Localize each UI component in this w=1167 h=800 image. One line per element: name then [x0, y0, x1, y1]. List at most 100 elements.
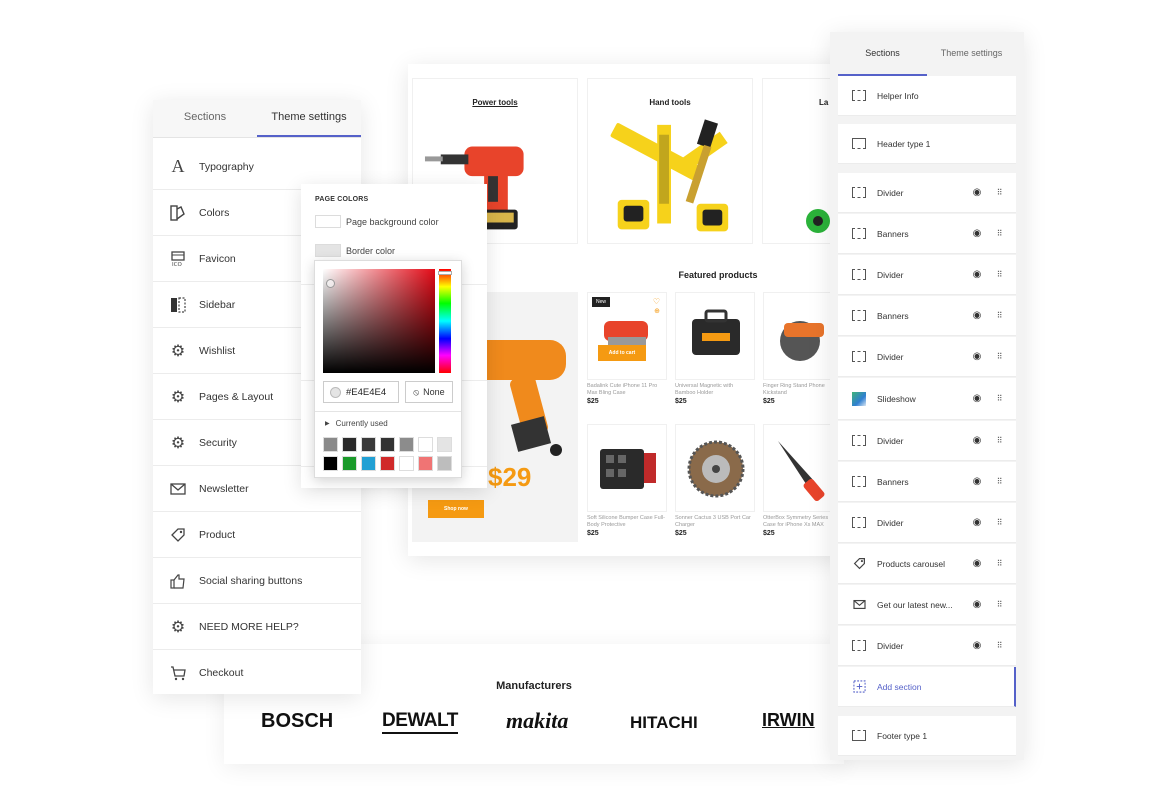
section-row-banners[interactable]: Banners ◉ ⠿ — [838, 462, 1016, 502]
color-swatch[interactable] — [361, 456, 376, 471]
section-row-divider[interactable]: Divider ◉ ⠿ — [838, 421, 1016, 461]
drag-handle-icon[interactable]: ⠿ — [994, 641, 1004, 650]
color-swatch[interactable] — [418, 456, 433, 471]
product-card[interactable]: Sonner Cactus 3 USB Port Car Charger $25 — [675, 424, 755, 537]
add-section-button[interactable]: Add section — [838, 667, 1016, 707]
drag-handle-icon[interactable]: ⠿ — [994, 394, 1004, 403]
brand-logo-bosch[interactable]: BOSCH — [261, 710, 333, 733]
eye-icon[interactable]: ◉ — [970, 351, 984, 362]
saturation-handle[interactable] — [326, 279, 335, 288]
product-card[interactable]: Universal Magnetic with Bamboo Holder $2… — [675, 292, 755, 405]
page-background-color-row[interactable]: Page background color — [315, 215, 439, 228]
section-row-helper-info[interactable]: Helper Info — [838, 76, 1016, 116]
color-swatch[interactable] — [315, 244, 341, 257]
section-row-footer[interactable]: Footer type 1 — [838, 716, 1016, 756]
drag-handle-icon[interactable]: ⠿ — [994, 311, 1004, 320]
tab-theme-settings[interactable]: Theme settings — [257, 100, 361, 137]
hue-handle[interactable] — [438, 271, 452, 275]
product-card[interactable]: New ♡ ⊕ Add to cart Badalink Cute iPhone… — [587, 292, 667, 405]
color-swatch[interactable] — [380, 437, 395, 452]
color-swatch[interactable] — [323, 456, 338, 471]
product-name[interactable]: Badalink Cute iPhone 11 Pro Max Bling Ca… — [587, 383, 667, 397]
drag-handle-icon[interactable]: ⠿ — [994, 477, 1004, 486]
color-swatch[interactable] — [380, 456, 395, 471]
shop-now-button[interactable]: Shop now — [428, 500, 484, 518]
heart-icon[interactable]: ♡ — [653, 297, 660, 306]
eye-icon[interactable]: ◉ — [970, 517, 984, 528]
drag-handle-icon[interactable]: ⠿ — [994, 559, 1004, 568]
product-image[interactable] — [587, 424, 667, 512]
color-swatch[interactable] — [437, 437, 452, 452]
color-swatch[interactable] — [361, 437, 376, 452]
color-swatch[interactable] — [399, 456, 414, 471]
product-name[interactable]: Soft Silicone Bumper Case Full-Body Prot… — [587, 515, 667, 529]
eye-icon[interactable]: ◉ — [970, 435, 984, 446]
product-name[interactable]: Sonner Cactus 3 USB Port Car Charger — [675, 515, 755, 529]
color-swatch[interactable] — [323, 437, 338, 452]
eye-icon[interactable]: ◉ — [970, 476, 984, 487]
saturation-area[interactable] — [323, 269, 435, 373]
currently-used-toggle[interactable]: ▶ Currently used — [325, 419, 388, 428]
drag-handle-icon[interactable]: ⠿ — [994, 270, 1004, 279]
menu-item-checkout[interactable]: Checkout — [153, 650, 361, 696]
product-name[interactable]: Finger Ring Stand Phone Kickstand — [763, 383, 831, 397]
section-row-newsletter[interactable]: Get our latest new... ◉ ⠿ — [838, 585, 1016, 625]
category-title[interactable]: Hand tools — [588, 98, 752, 107]
product-image[interactable] — [763, 292, 831, 380]
eye-icon[interactable]: ◉ — [970, 187, 984, 198]
section-row-banners[interactable]: Banners ◉ ⠿ — [838, 214, 1016, 254]
color-swatch[interactable] — [315, 215, 341, 228]
drag-handle-icon[interactable]: ⠿ — [994, 352, 1004, 361]
product-image[interactable] — [763, 424, 831, 512]
product-name[interactable]: OtterBox Symmetry Series Case for iPhone… — [763, 515, 831, 529]
border-color-row[interactable]: Border color — [315, 244, 395, 257]
color-swatch[interactable] — [437, 456, 452, 471]
color-swatch[interactable] — [418, 437, 433, 452]
section-row-divider[interactable]: Divider ◉ ⠿ — [838, 173, 1016, 213]
eye-icon[interactable]: ◉ — [970, 228, 984, 239]
eye-icon[interactable]: ◉ — [970, 310, 984, 321]
tab-sections[interactable]: Sections — [153, 100, 257, 137]
menu-item-social-sharing[interactable]: Social sharing buttons — [153, 558, 361, 604]
tab-sections[interactable]: Sections — [838, 40, 927, 76]
category-title[interactable]: Power tools — [413, 98, 577, 107]
section-row-products-carousel[interactable]: Products carousel ◉ ⠿ — [838, 544, 1016, 584]
eye-icon[interactable]: ◉ — [970, 640, 984, 651]
hue-slider[interactable] — [438, 269, 452, 373]
zoom-icon[interactable]: ⊕ — [654, 307, 660, 315]
hex-input[interactable]: #E4E4E4 — [323, 381, 399, 403]
color-swatch[interactable] — [342, 437, 357, 452]
brand-logo-dewalt[interactable]: DEWALT — [382, 710, 458, 734]
section-row-banners[interactable]: Banners ◉ ⠿ — [838, 296, 1016, 336]
product-image[interactable]: New ♡ ⊕ Add to cart — [587, 292, 667, 380]
hex-value[interactable]: #E4E4E4 — [346, 387, 386, 398]
tab-theme-settings[interactable]: Theme settings — [927, 40, 1016, 76]
product-image[interactable] — [675, 424, 755, 512]
menu-item-need-more-help[interactable]: ⚙ NEED MORE HELP? — [153, 604, 361, 650]
brand-logo-hitachi[interactable]: HITACHI — [630, 713, 698, 733]
drag-handle-icon[interactable]: ⠿ — [994, 518, 1004, 527]
category-card-hand-tools[interactable]: Hand tools — [587, 78, 753, 244]
section-row-divider[interactable]: Divider ◉ ⠿ — [838, 503, 1016, 543]
drag-handle-icon[interactable]: ⠿ — [994, 436, 1004, 445]
product-name[interactable]: Universal Magnetic with Bamboo Holder — [675, 383, 755, 397]
eye-icon[interactable]: ◉ — [970, 269, 984, 280]
brand-logo-makita[interactable]: makita — [506, 708, 568, 734]
eye-icon[interactable]: ◉ — [970, 558, 984, 569]
section-row-header[interactable]: Header type 1 — [838, 124, 1016, 164]
eye-icon[interactable]: ◉ — [970, 393, 984, 404]
section-row-divider[interactable]: Divider ◉ ⠿ — [838, 626, 1016, 666]
drag-handle-icon[interactable]: ⠿ — [994, 188, 1004, 197]
section-row-divider[interactable]: Divider ◉ ⠿ — [838, 255, 1016, 295]
section-row-slideshow[interactable]: Slideshow ◉ ⠿ — [838, 378, 1016, 420]
brand-logo-irwin[interactable]: IRWIN — [762, 710, 815, 731]
product-image[interactable] — [675, 292, 755, 380]
eye-icon[interactable]: ◉ — [970, 599, 984, 610]
drag-handle-icon[interactable]: ⠿ — [994, 600, 1004, 609]
product-card[interactable]: Soft Silicone Bumper Case Full-Body Prot… — [587, 424, 667, 537]
menu-item-product[interactable]: Product — [153, 512, 361, 558]
color-swatch[interactable] — [342, 456, 357, 471]
add-to-cart-button[interactable]: Add to cart — [598, 345, 646, 361]
color-swatch[interactable] — [399, 437, 414, 452]
drag-handle-icon[interactable]: ⠿ — [994, 229, 1004, 238]
